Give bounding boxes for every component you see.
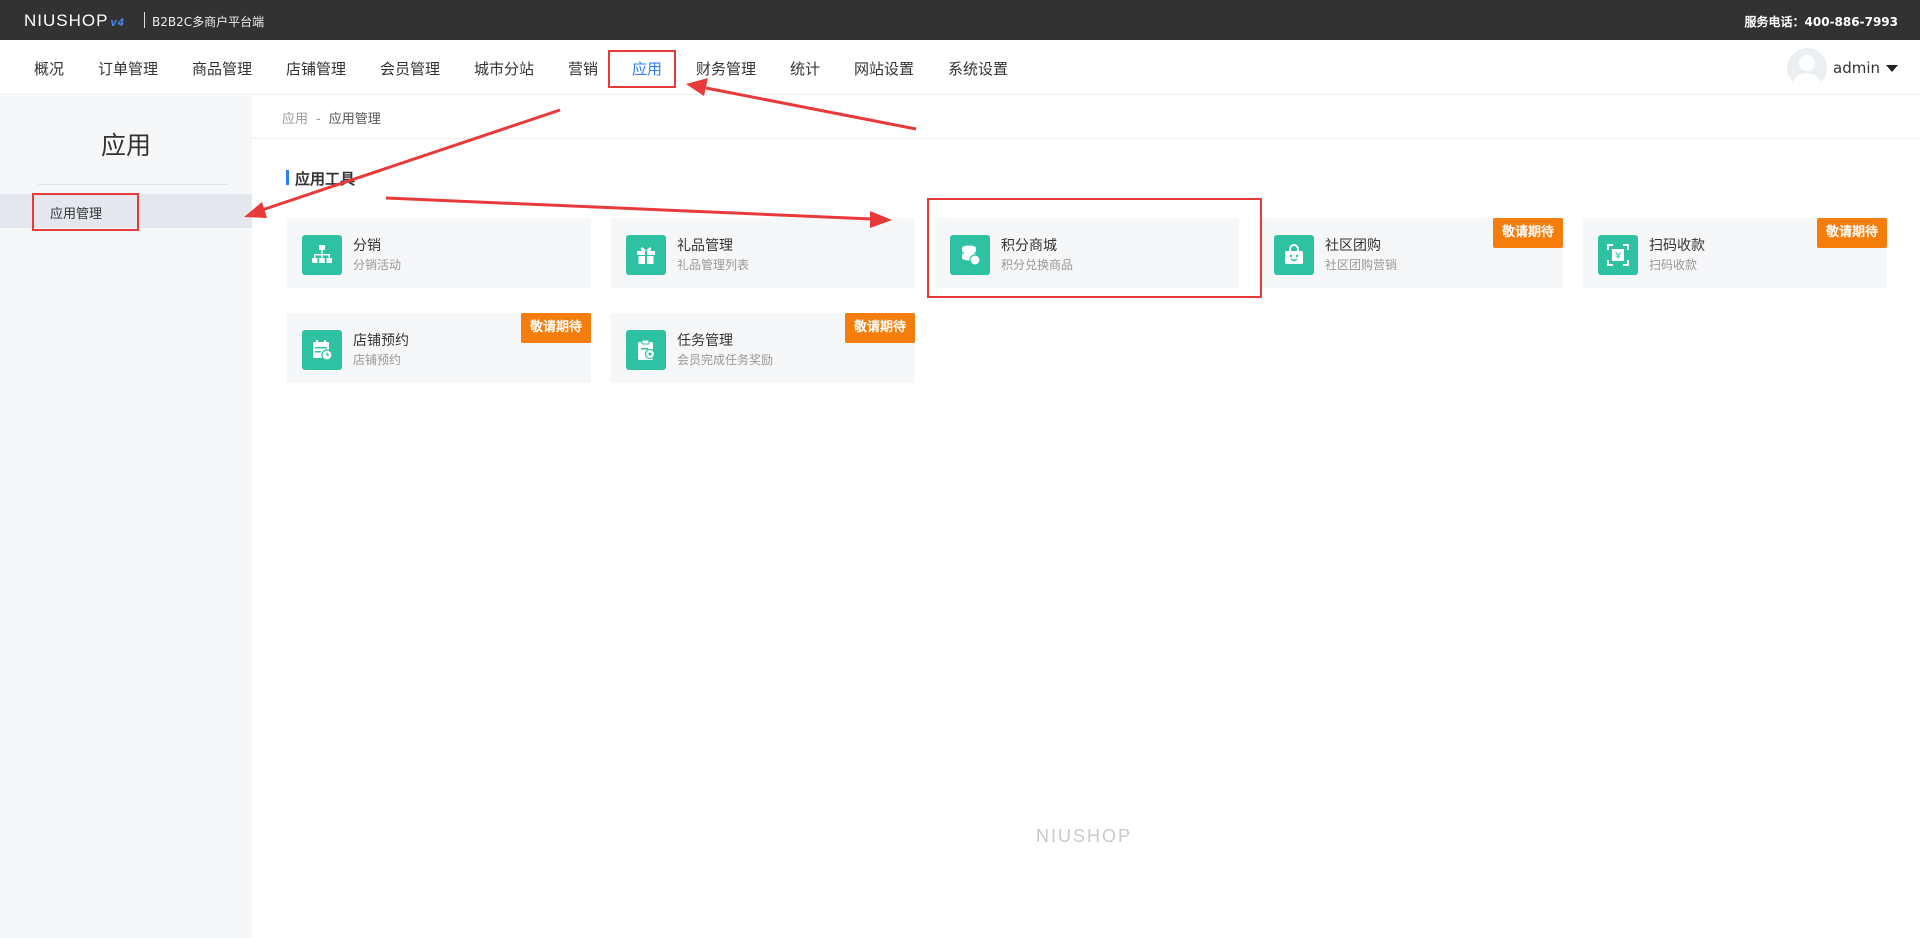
coming-soon-badge: 敬请期待 xyxy=(521,313,591,343)
logo-version: v4 xyxy=(110,17,125,29)
app-card-gifts[interactable]: 礼品管理 礼品管理列表 xyxy=(611,218,915,288)
card-title: 店铺预约 xyxy=(353,333,409,349)
annotation-box-nav-apps xyxy=(608,50,676,88)
card-title: 社区团购 xyxy=(1325,238,1381,254)
nav-item-shops[interactable]: 店铺管理 xyxy=(286,58,346,79)
nav-item-city-sites[interactable]: 城市分站 xyxy=(474,58,534,79)
nav-item-site-settings[interactable]: 网站设置 xyxy=(854,58,914,79)
breadcrumb: 应用 - 应用管理 xyxy=(282,108,381,127)
card-desc: 店铺预约 xyxy=(353,353,402,367)
annotation-box-sidebar-item xyxy=(32,193,139,231)
nav-item-orders[interactable]: 订单管理 xyxy=(98,58,158,79)
caret-down-icon xyxy=(1886,64,1898,72)
card-desc: 扫码收款 xyxy=(1649,258,1698,272)
card-title: 礼品管理 xyxy=(677,238,733,254)
clipboard-task-icon xyxy=(626,330,666,370)
gift-icon xyxy=(626,235,666,275)
nav-item-stats[interactable]: 统计 xyxy=(790,58,820,79)
main-nav: 概况 订单管理 商品管理 店铺管理 会员管理 城市分站 营销 应用 财务管理 统… xyxy=(0,40,1920,95)
scan-pay-icon: ¥ xyxy=(1598,235,1638,275)
app-card-scan-pay[interactable]: ¥ 扫码收款 扫码收款 敬请期待 xyxy=(1583,218,1887,288)
brand-logo[interactable]: NIUSHOP v4 xyxy=(24,11,125,31)
app-card-reservation[interactable]: 店铺预约 店铺预约 敬请期待 xyxy=(287,313,591,383)
annotation-arrows xyxy=(244,78,917,228)
content-divider xyxy=(252,138,1920,139)
coming-soon-badge: 敬请期待 xyxy=(1817,218,1887,248)
coming-soon-badge: 敬请期待 xyxy=(845,313,915,343)
user-menu[interactable]: admin xyxy=(1787,48,1898,88)
shopping-bag-icon xyxy=(1274,235,1314,275)
breadcrumb-root[interactable]: 应用 xyxy=(282,112,308,127)
card-desc: 社区团购营销 xyxy=(1325,258,1398,272)
app-card-group-buy[interactable]: 社区团购 社区团购营销 敬请期待 xyxy=(1259,218,1563,288)
card-desc: 礼品管理列表 xyxy=(677,258,750,272)
service-phone: 服务电话：400-886-7993 xyxy=(1744,15,1898,29)
section-title: 应用工具 xyxy=(286,168,355,189)
sidebar-title: 应用 xyxy=(100,131,151,160)
card-title: 任务管理 xyxy=(677,333,733,349)
footer-logo: NIUSHOP xyxy=(1036,826,1133,846)
nav-item-finance[interactable]: 财务管理 xyxy=(696,58,756,79)
logo-divider xyxy=(144,12,145,28)
nav-item-system-settings[interactable]: 系统设置 xyxy=(948,58,1008,79)
card-desc: 会员完成任务奖励 xyxy=(677,353,774,367)
card-title: 扫码收款 xyxy=(1649,238,1705,254)
platform-subtitle: B2B2C多商户平台端 xyxy=(152,15,265,29)
nav-item-goods[interactable]: 商品管理 xyxy=(192,58,252,79)
sidebar-divider xyxy=(38,184,228,185)
svg-text:¥: ¥ xyxy=(1615,251,1621,262)
org-chart-icon xyxy=(302,235,342,275)
card-title: 分销 xyxy=(353,238,381,254)
top-bar: NIUSHOP v4 B2B2C多商户平台端 服务电话：400-886-7993 xyxy=(0,0,1920,40)
user-name: admin xyxy=(1833,59,1880,77)
breadcrumb-current: 应用管理 xyxy=(328,112,381,127)
nav-item-members[interactable]: 会员管理 xyxy=(380,58,440,79)
app-card-distribution[interactable]: 分销 分销活动 xyxy=(287,218,591,288)
nav-item-marketing[interactable]: 营销 xyxy=(568,58,598,79)
coming-soon-badge: 敬请期待 xyxy=(1493,218,1563,248)
app-card-tasks[interactable]: 任务管理 会员完成任务奖励 敬请期待 xyxy=(611,313,915,383)
calendar-icon xyxy=(302,330,342,370)
avatar[interactable] xyxy=(1787,48,1827,88)
breadcrumb-separator: - xyxy=(316,112,321,127)
nav-item-overview[interactable]: 概况 xyxy=(34,58,64,79)
card-desc: 分销活动 xyxy=(353,258,402,272)
annotation-box-points-mall xyxy=(927,198,1262,298)
